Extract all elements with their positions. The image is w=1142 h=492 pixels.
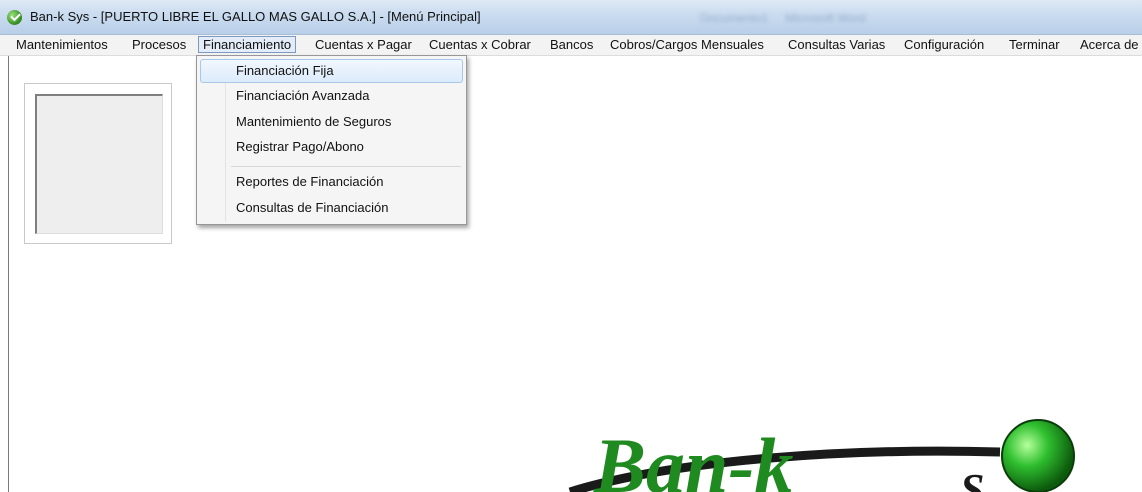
dropdown-item-registrar-pago[interactable]: Registrar Pago/Abono [200,135,463,159]
menu-bar: Mantenimientos Procesos Financiamiento C… [0,35,1142,56]
menu-mantenimientos[interactable]: Mantenimientos [12,36,112,53]
dropdown-item-financiacion-avanzada[interactable]: Financiación Avanzada [200,84,463,108]
logo-text: Ban-k [593,422,793,492]
faded-tab-1: Microsoft Word [785,11,866,25]
dropdown-item-mantenimiento-seguros[interactable]: Mantenimiento de Seguros [200,110,463,134]
menu-procesos[interactable]: Procesos [128,36,190,53]
menu-financiamiento[interactable]: Financiamiento [198,36,297,53]
financiamiento-dropdown: Financiación Fija Financiación Avanzada … [196,55,467,225]
menu-cobros-cargos-mensuales[interactable]: Cobros/Cargos Mensuales [606,36,768,53]
dropdown-item-reportes-financiacion[interactable]: Reportes de Financiación [200,170,463,194]
menu-acerca-de[interactable]: Acerca de [1076,36,1142,53]
title-bar: Ban-k Sys - [PUERTO LIBRE EL GALLO MAS G… [0,0,1142,35]
logo-ball-icon [1001,419,1075,492]
window-title: Ban-k Sys - [PUERTO LIBRE EL GALLO MAS G… [30,9,481,24]
menu-cuentas-x-cobrar[interactable]: Cuentas x Cobrar [425,36,535,53]
picture-frame [24,83,172,244]
menu-terminar[interactable]: Terminar [1005,36,1064,53]
client-frame-border [8,56,9,492]
menu-configuracion[interactable]: Configuración [900,36,988,53]
menu-bancos[interactable]: Bancos [546,36,597,53]
faded-taskbar-text: Documento1 Microsoft Word [700,11,880,25]
dropdown-item-financiacion-fija[interactable]: Financiación Fija [200,59,463,83]
faded-tab-0: Documento1 [700,11,769,25]
dropdown-separator [231,166,461,167]
menu-cuentas-x-pagar[interactable]: Cuentas x Pagar [311,36,416,53]
app-check-icon [7,10,22,25]
logo-text-tail: S [960,465,984,492]
bank-sys-logo: Ban-k S [568,419,1075,492]
menu-consultas-varias[interactable]: Consultas Varias [784,36,889,53]
dropdown-item-consultas-financiacion[interactable]: Consultas de Financiación [200,196,463,220]
picture-box [35,94,163,234]
